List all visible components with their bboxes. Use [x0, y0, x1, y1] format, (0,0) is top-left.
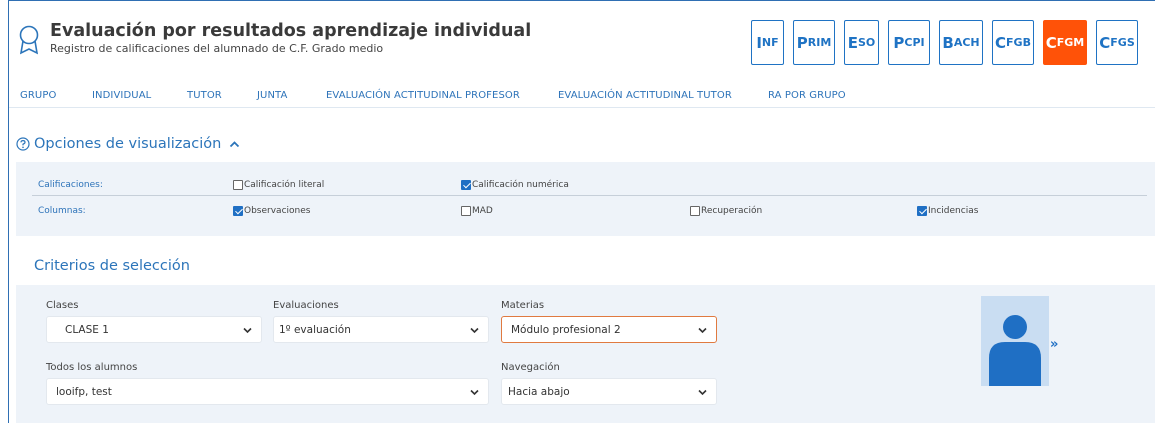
- calificacion-literal-checkbox[interactable]: Calificación literal: [233, 180, 324, 190]
- chevron-down-icon: [698, 389, 707, 396]
- chevron-down-icon: [470, 389, 479, 396]
- columnas-label: Columnas:: [38, 206, 86, 216]
- checkbox-label: Recuperación: [701, 206, 763, 216]
- incidencias-checkbox[interactable]: Incidencias: [917, 206, 978, 216]
- tab-junta[interactable]: JUNTA: [257, 90, 287, 101]
- checkbox-label: Calificación numérica: [472, 180, 569, 190]
- navegacion-select[interactable]: Hacia abajo: [501, 378, 717, 405]
- level-button-rest: rim: [807, 36, 832, 49]
- clases-label: Clases: [46, 300, 79, 311]
- expand-arrows-icon[interactable]: »: [1050, 337, 1058, 352]
- checkbox-unchecked[interactable]: [233, 180, 243, 190]
- level-button-rest: so: [857, 36, 876, 49]
- evaluaciones-select[interactable]: 1º evaluación: [273, 316, 489, 343]
- level-button-rest: cpi: [904, 36, 925, 49]
- student-avatar: [981, 296, 1049, 386]
- checkbox-checked[interactable]: [917, 206, 927, 216]
- checkbox-checked[interactable]: [233, 206, 243, 216]
- level-button-initial: C: [1045, 33, 1057, 52]
- recuperacion-checkbox[interactable]: Recuperación: [690, 206, 762, 216]
- checkbox-unchecked[interactable]: [461, 206, 471, 216]
- opciones-panel: Calificaciones: Calificación literal Cal…: [16, 162, 1155, 236]
- level-button-initial: E: [847, 33, 858, 52]
- level-button-inf[interactable]: Inf: [751, 20, 784, 65]
- navegacion-value: Hacia abajo: [508, 385, 570, 398]
- page-subtitle: Registro de calificaciones del alumnado …: [50, 42, 384, 55]
- calificaciones-row: Calificaciones: Calificación literal Cal…: [32, 175, 1147, 196]
- level-button-rest: nf: [761, 36, 779, 49]
- evaluaciones-label: Evaluaciones: [273, 300, 339, 311]
- level-button-bach[interactable]: Bach: [939, 20, 983, 65]
- level-button-rest: ach: [953, 36, 980, 49]
- chevron-down-icon: [698, 327, 707, 334]
- level-button-initial: P: [893, 33, 905, 52]
- opciones-title: Opciones de visualización: [34, 136, 222, 152]
- tab-evaluacion-actitudinal-profesor[interactable]: EVALUACIÓN ACTITUDINAL PROFESOR: [326, 90, 520, 101]
- level-button-initial: C: [1099, 33, 1111, 52]
- help-circle-icon[interactable]: [16, 137, 30, 151]
- opciones-toggle[interactable]: Opciones de visualización: [16, 136, 240, 152]
- checkbox-label: Observaciones: [244, 206, 311, 216]
- alumnos-label: Todos los alumnos: [46, 362, 138, 373]
- chevron-up-icon[interactable]: [229, 139, 240, 150]
- observaciones-checkbox[interactable]: Observaciones: [233, 206, 310, 216]
- level-button-cfgm[interactable]: Cfgm: [1043, 20, 1087, 65]
- tab-ra-por-grupo[interactable]: RA POR GRUPO: [768, 90, 846, 101]
- alumnos-value: looifp, test: [56, 385, 112, 398]
- section-tabs: GRUPO INDIVIDUAL TUTOR JUNTA EVALUACIÓN …: [9, 78, 1155, 108]
- mad-checkbox[interactable]: MAD: [461, 206, 493, 216]
- materias-select[interactable]: Módulo profesional 2: [501, 316, 717, 343]
- level-button-rest: fgm: [1056, 36, 1085, 49]
- level-button-eso[interactable]: Eso: [844, 20, 879, 65]
- tab-individual[interactable]: INDIVIDUAL: [92, 90, 151, 101]
- page-header: Evaluación por resultados aprendizaje in…: [9, 1, 1155, 77]
- materias-value: Módulo profesional 2: [511, 323, 621, 336]
- evaluaciones-value: 1º evaluación: [279, 323, 351, 336]
- level-button-initial: C: [995, 33, 1007, 52]
- alumnos-select[interactable]: looifp, test: [46, 378, 489, 405]
- tab-evaluacion-actitudinal-tutor[interactable]: EVALUACIÓN ACTITUDINAL TUTOR: [558, 90, 732, 101]
- education-level-switcher: Inf Prim Eso Pcpi Bach Cfgb Cfgm Cfgs: [751, 20, 1138, 65]
- level-button-initial: P: [796, 33, 808, 52]
- level-button-pcpi[interactable]: Pcpi: [888, 20, 930, 65]
- chevron-down-icon: [470, 327, 479, 334]
- level-button-cfgb[interactable]: Cfgb: [992, 20, 1034, 65]
- page-title: Evaluación por resultados aprendizaje in…: [50, 21, 532, 41]
- navegacion-label: Navegación: [501, 362, 560, 373]
- calificaciones-label: Calificaciones:: [38, 180, 103, 190]
- columnas-row: Columnas: Observaciones MAD Recuperación…: [32, 201, 1147, 222]
- tab-grupo[interactable]: GRUPO: [20, 90, 56, 101]
- checkbox-label: Incidencias: [928, 206, 979, 216]
- materias-label: Materias: [501, 300, 545, 311]
- tab-tutor[interactable]: TUTOR: [187, 90, 222, 101]
- level-button-rest: fgs: [1110, 36, 1135, 49]
- clases-value: CLASE 1: [65, 323, 109, 336]
- level-button-rest: fgb: [1006, 36, 1031, 49]
- level-button-cfgs[interactable]: Cfgs: [1096, 20, 1138, 65]
- checkbox-label: MAD: [472, 206, 493, 216]
- level-button-initial: B: [942, 33, 954, 52]
- checkbox-label: Calificación literal: [244, 180, 325, 190]
- checkbox-checked[interactable]: [461, 180, 471, 190]
- level-button-prim[interactable]: Prim: [793, 20, 835, 65]
- chevron-down-icon: [243, 327, 252, 334]
- checkbox-unchecked[interactable]: [690, 206, 700, 216]
- calificacion-numerica-checkbox[interactable]: Calificación numérica: [461, 180, 569, 190]
- clases-select[interactable]: CLASE 1: [46, 316, 262, 343]
- user-silhouette-icon: [989, 315, 1041, 386]
- award-ribbon-icon: [19, 25, 39, 55]
- criterios-title: Criterios de selección: [34, 258, 190, 274]
